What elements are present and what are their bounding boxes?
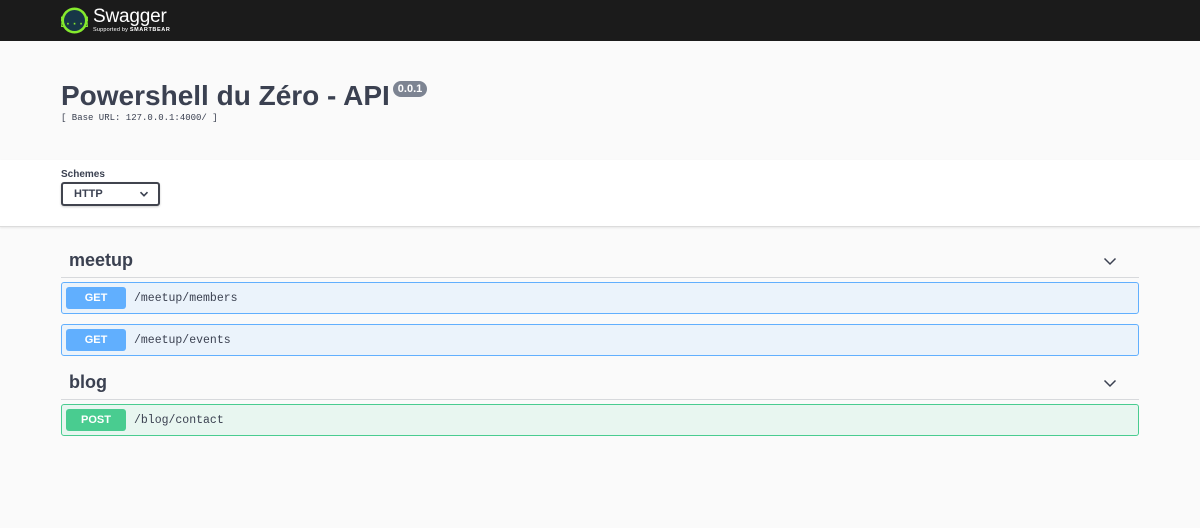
tag-section-blog: blog POST /blog/contact [61, 366, 1139, 436]
chevron-down-icon[interactable] [1103, 376, 1117, 390]
schemes-container: Schemes HTTP [0, 160, 1200, 227]
logo-name: Swagger [93, 6, 167, 28]
logo-tag-prefix: Supported by [93, 27, 129, 34]
base-url: [ Base URL: 127.0.0.1:4000/ ] [61, 113, 218, 123]
topbar: {...} Swagger Supported by SMARTBEAR [0, 0, 1200, 41]
chevron-down-icon[interactable] [1103, 254, 1117, 268]
method-badge: POST [66, 409, 126, 431]
logo-text: Swagger Supported by SMARTBEAR [93, 7, 170, 34]
chevron-down-icon [139, 191, 149, 197]
opblock-post-blog-contact[interactable]: POST /blog/contact [61, 404, 1139, 436]
logo-tag-brand: SMARTBEAR [129, 27, 171, 34]
tag-header-blog[interactable]: blog [61, 366, 1139, 400]
schemes-select[interactable]: HTTP [61, 182, 160, 206]
api-info: Powershell du Zéro - API 0.0.1 [ Base UR… [0, 41, 1200, 160]
logo-tagline: Supported by SMARTBEAR [93, 28, 170, 34]
tag-name: meetup [69, 250, 134, 270]
endpoint-path: /meetup/members [134, 291, 238, 305]
page-title: Powershell du Zéro - API [61, 80, 390, 111]
swagger-logo-icon: {...} [61, 7, 88, 34]
schemes-selected-value: HTTP [74, 188, 103, 200]
method-badge: GET [66, 287, 126, 309]
operations-list: meetup GET /meetup/members GET /meetup/e… [0, 227, 1200, 436]
schemes-label: Schemes [61, 169, 105, 180]
version-badge: 0.0.1 [392, 81, 428, 97]
method-badge: GET [66, 329, 126, 351]
tag-name: blog [69, 372, 107, 392]
opblock-get-meetup-events[interactable]: GET /meetup/events [61, 324, 1139, 356]
title-row: Powershell du Zéro - API 0.0.1 [61, 79, 1200, 111]
svg-text:{...}: {...} [61, 17, 88, 29]
tag-header-meetup[interactable]: meetup [61, 244, 1139, 278]
endpoint-path: /meetup/events [134, 333, 231, 347]
swagger-logo[interactable]: {...} Swagger Supported by SMARTBEAR [61, 7, 170, 34]
tag-section-meetup: meetup GET /meetup/members GET /meetup/e… [61, 244, 1139, 356]
opblock-get-meetup-members[interactable]: GET /meetup/members [61, 282, 1139, 314]
endpoint-path: /blog/contact [134, 413, 224, 427]
